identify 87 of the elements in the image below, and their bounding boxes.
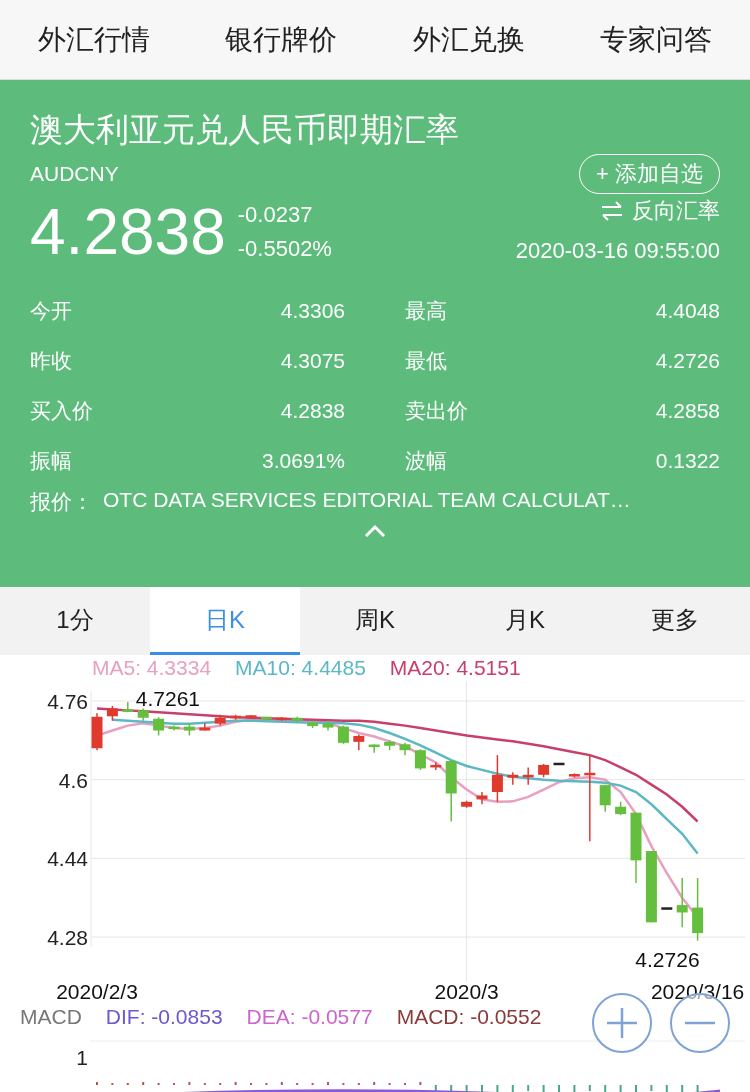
ma-legend: MA20: 4.5151 (389, 656, 521, 680)
candlestick (692, 877, 704, 942)
nav-tab[interactable]: 外汇行情 (0, 0, 188, 79)
stat-label: 今开 (30, 298, 72, 324)
price-annotation: 4.2726 (635, 947, 700, 971)
stat-value: 4.3306 (280, 299, 345, 323)
candlestick (137, 707, 149, 722)
candlestick (399, 742, 411, 756)
source-label: 报价： (30, 489, 93, 515)
current-price: 4.2838 (30, 196, 226, 268)
candlestick (260, 716, 272, 721)
candlestick (91, 712, 103, 751)
y-axis-label: 4.6 (58, 768, 88, 792)
candlestick (476, 791, 488, 806)
minus-icon (683, 1020, 717, 1026)
candlestick (168, 724, 180, 732)
candlestick (568, 772, 580, 778)
candlestick (230, 714, 242, 721)
macd-legend: MACD: -0.0552 (396, 1005, 542, 1029)
collapse-chevron-icon[interactable] (364, 524, 386, 538)
stat-label: 买入价 (30, 398, 93, 424)
stat-value: 4.2858 (655, 399, 720, 423)
candlestick (122, 701, 134, 714)
pair-code: AUDCNY (30, 162, 119, 186)
candlestick (353, 733, 365, 751)
candlestick (445, 759, 457, 823)
macd-axis-label: 1 (76, 1046, 88, 1069)
swap-arrows-icon (600, 201, 624, 221)
candlestick (368, 743, 380, 754)
macd-legend: DIF: -0.0853 (105, 1005, 223, 1029)
candlestick (183, 722, 195, 737)
stat-label: 最高 (405, 298, 447, 324)
price-annotation: 4.7261 (135, 687, 201, 710)
y-axis-label: 4.44 (47, 847, 88, 871)
candlestick (245, 714, 257, 720)
candlestick (522, 766, 534, 786)
x-axis-label: 2020/3/16 (650, 980, 745, 1003)
y-axis-label: 4.28 (47, 926, 88, 950)
candlestick (676, 877, 688, 928)
candlestick (384, 739, 396, 751)
stat-value: 4.4048 (655, 299, 720, 323)
ma-legend: MA10: 4.4485 (235, 656, 366, 680)
candlestick (661, 907, 673, 910)
stat-value: 4.2838 (280, 399, 345, 423)
price-change: -0.0237 (237, 202, 314, 228)
ma-legend: MA5: 4.3334 (92, 656, 212, 680)
x-axis-label: 2020/2/3 (56, 980, 138, 1003)
stat-value: 4.3075 (280, 349, 345, 373)
x-axis-label: 2020/3 (434, 980, 499, 1003)
source-value: OTC DATA SERVICES EDITORIAL TEAM CALCULAT… (103, 488, 631, 513)
candlestick (291, 716, 303, 723)
stat-value: 0.1322 (655, 449, 720, 473)
candlestick (491, 754, 503, 803)
stat-label: 波幅 (405, 448, 447, 474)
candlestick (199, 722, 211, 732)
stat-label: 振幅 (30, 448, 72, 474)
plus-icon (605, 1006, 639, 1040)
nav-tab[interactable]: 银行牌价 (187, 0, 375, 79)
candlestick (414, 748, 426, 771)
nav-tab[interactable]: 专家问答 (562, 0, 750, 79)
stat-label: 卖出价 (405, 398, 468, 424)
macd-title: MACD (20, 1005, 82, 1029)
candlestick (276, 716, 288, 722)
stat-value: 3.0691% (262, 449, 345, 473)
quote-time: 2020-03-16 09:55:00 (515, 238, 720, 264)
candlestick (507, 771, 519, 786)
pair-title: 澳大利亚元兑人民币即期汇率 (30, 110, 460, 150)
stat-label: 昨收 (30, 348, 72, 374)
candlestick (106, 705, 118, 722)
stat-label: 最低 (405, 348, 447, 374)
stat-value: 4.2726 (655, 349, 720, 373)
candlestick (307, 719, 319, 729)
candlestick (430, 761, 442, 771)
candlestick (599, 783, 611, 813)
candlestick (337, 724, 349, 745)
candlestick (214, 714, 226, 727)
zoom-in-button[interactable] (592, 993, 652, 1053)
candlestick (553, 762, 565, 766)
candlestick (615, 801, 627, 816)
candlestick (538, 763, 550, 778)
candlestick (461, 800, 473, 809)
candlestick (153, 716, 165, 737)
candlestick (322, 719, 334, 732)
macd-legend: DEA: -0.0577 (246, 1005, 373, 1029)
nav-tab[interactable]: 外汇兑换 (375, 0, 563, 79)
y-axis-label: 4.76 (47, 690, 88, 714)
price-change-percent: -0.5502% (237, 236, 332, 262)
